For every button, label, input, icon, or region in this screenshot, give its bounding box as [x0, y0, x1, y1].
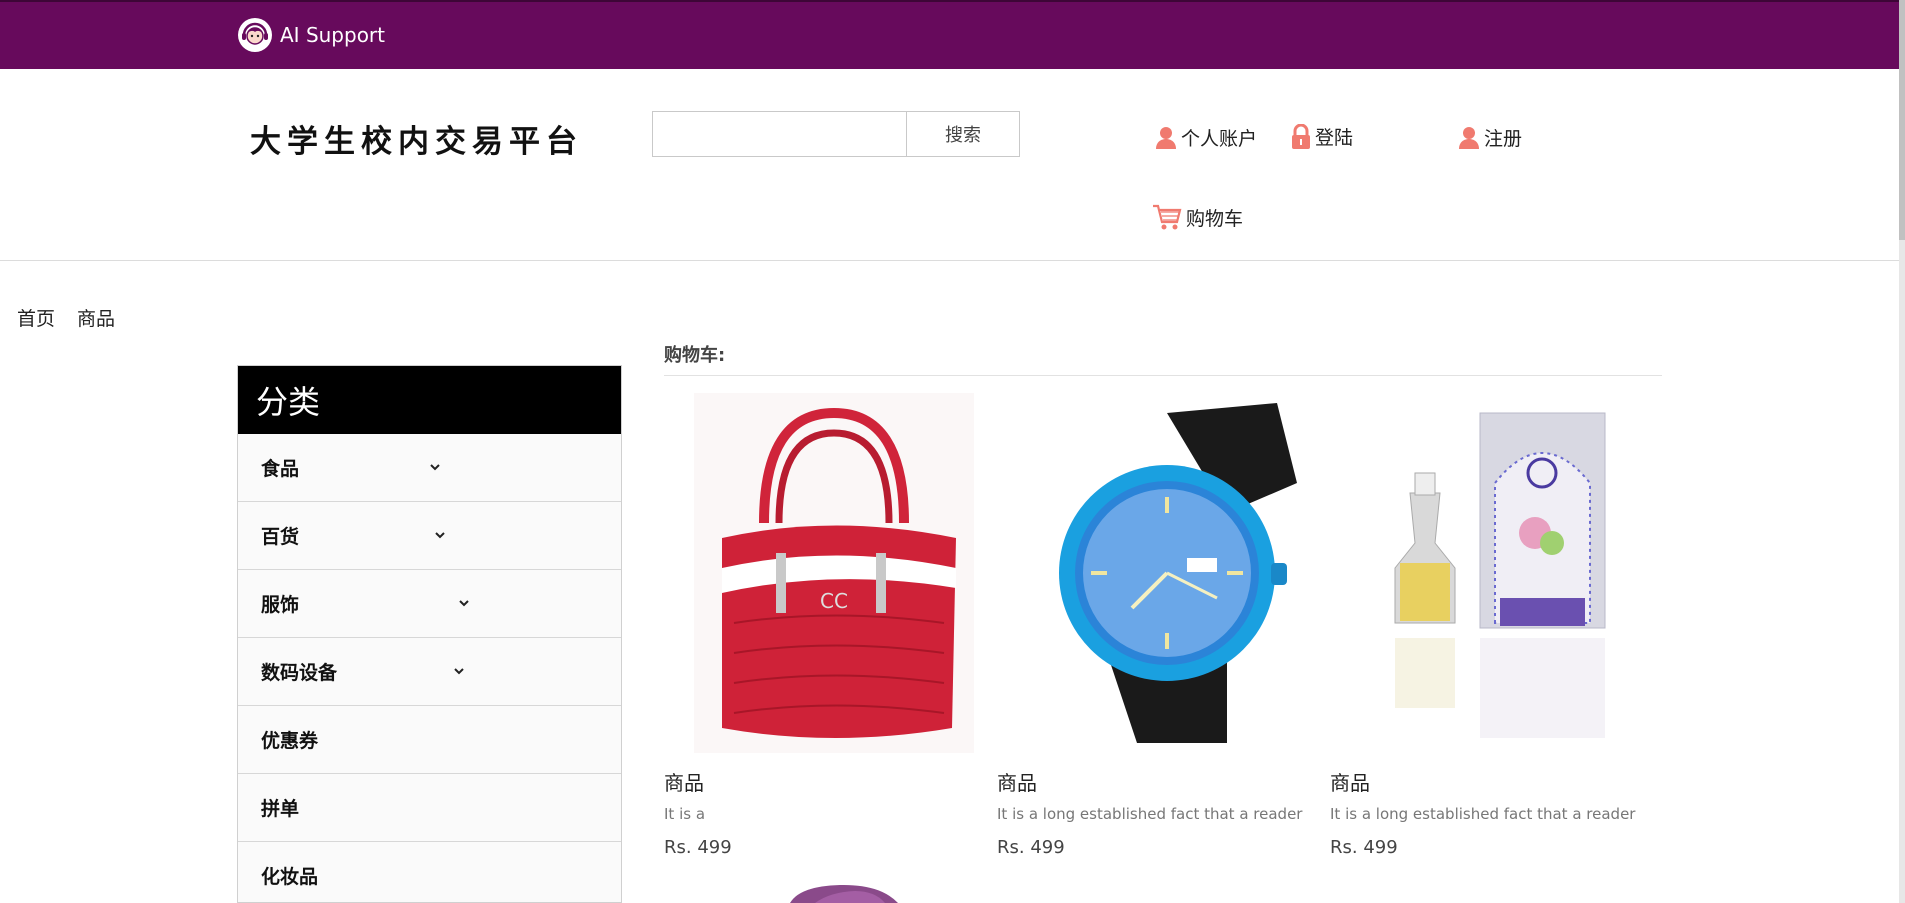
cart-icon: [1153, 204, 1182, 230]
chevron-down-icon: [454, 668, 464, 675]
scrollbar-thumb[interactable]: [1899, 0, 1905, 240]
breadcrumb-current[interactable]: 商品: [77, 304, 115, 331]
register-link[interactable]: 注册: [1458, 124, 1522, 151]
sidebar-title: 分类: [238, 366, 621, 434]
product-name[interactable]: 商品: [664, 767, 704, 796]
search-bar: 搜索: [652, 111, 1020, 157]
product-image-perfume[interactable]: [1360, 393, 1640, 753]
category-general[interactable]: 百货: [238, 502, 621, 570]
chevron-down-icon: [435, 532, 445, 539]
breadcrumb-home[interactable]: 首页: [17, 304, 55, 331]
product-price: Rs. 499: [1330, 837, 1398, 858]
support-avatar-icon: [237, 17, 273, 53]
account-link[interactable]: 个人账户: [1155, 124, 1257, 151]
search-input[interactable]: [653, 112, 907, 156]
category-group-buy[interactable]: 拼单: [238, 774, 621, 842]
top-bar: AI Support: [0, 0, 1905, 69]
category-label: 数码设备: [261, 662, 338, 684]
register-label: 注册: [1484, 128, 1523, 150]
category-label: 优惠券: [261, 730, 319, 752]
page-scrollbar[interactable]: [1899, 0, 1905, 903]
category-sidebar: 分类 食品 百货 服饰 数码设备 优惠券 拼单 化妆品: [237, 365, 622, 903]
category-digital[interactable]: 数码设备: [238, 638, 621, 706]
site-brand[interactable]: 大学生校内交易平台: [250, 116, 583, 161]
user-icon: [1459, 126, 1479, 149]
lock-icon: [1292, 123, 1310, 149]
category-food[interactable]: 食品: [238, 434, 621, 502]
product-name[interactable]: 商品: [1330, 767, 1370, 796]
cart-heading: 购物车:: [664, 345, 726, 366]
login-label: 登陆: [1315, 127, 1354, 149]
chevron-down-icon: [430, 464, 440, 471]
product-card[interactable]: CC 商品 It is a Rs. 499: [664, 393, 984, 858]
product-image-handbag[interactable]: CC: [694, 393, 974, 753]
header-divider: [0, 260, 1899, 261]
cart-link[interactable]: 购物车: [1152, 203, 1243, 231]
search-button[interactable]: 搜索: [907, 112, 1019, 156]
category-label: 百货: [261, 526, 300, 548]
category-label: 服饰: [261, 594, 300, 616]
product-image-partial[interactable]: [780, 882, 920, 903]
breadcrumb: 首页 商品: [17, 304, 115, 331]
category-cosmetics[interactable]: 化妆品: [238, 842, 621, 902]
product-price: Rs. 499: [664, 837, 732, 858]
product-description: It is a long established fact that a rea…: [997, 805, 1303, 823]
user-icon: [1156, 126, 1176, 149]
category-label: 拼单: [261, 798, 300, 820]
category-apparel[interactable]: 服饰: [238, 570, 621, 638]
cart-divider: [664, 375, 1662, 376]
cart-label: 购物车: [1186, 207, 1244, 230]
login-link[interactable]: 登陆: [1291, 123, 1353, 150]
svg-text:CC: CC: [820, 589, 848, 613]
product-card[interactable]: 商品 It is a long established fact that a …: [1330, 393, 1650, 858]
chevron-down-icon: [459, 600, 469, 607]
product-name[interactable]: 商品: [997, 767, 1037, 796]
ai-support-label: AI Support: [280, 23, 385, 47]
product-price: Rs. 499: [997, 837, 1065, 858]
category-label: 化妆品: [261, 866, 319, 888]
account-label: 个人账户: [1181, 128, 1258, 150]
product-description: It is a long established fact that a rea…: [1330, 805, 1636, 823]
category-label: 食品: [261, 458, 300, 480]
product-image-watch[interactable]: [1027, 393, 1307, 753]
ai-support-link[interactable]: AI Support: [237, 16, 385, 54]
product-card[interactable]: 商品 It is a long established fact that a …: [997, 393, 1317, 858]
product-description: It is a: [664, 805, 706, 823]
category-coupons[interactable]: 优惠券: [238, 706, 621, 774]
